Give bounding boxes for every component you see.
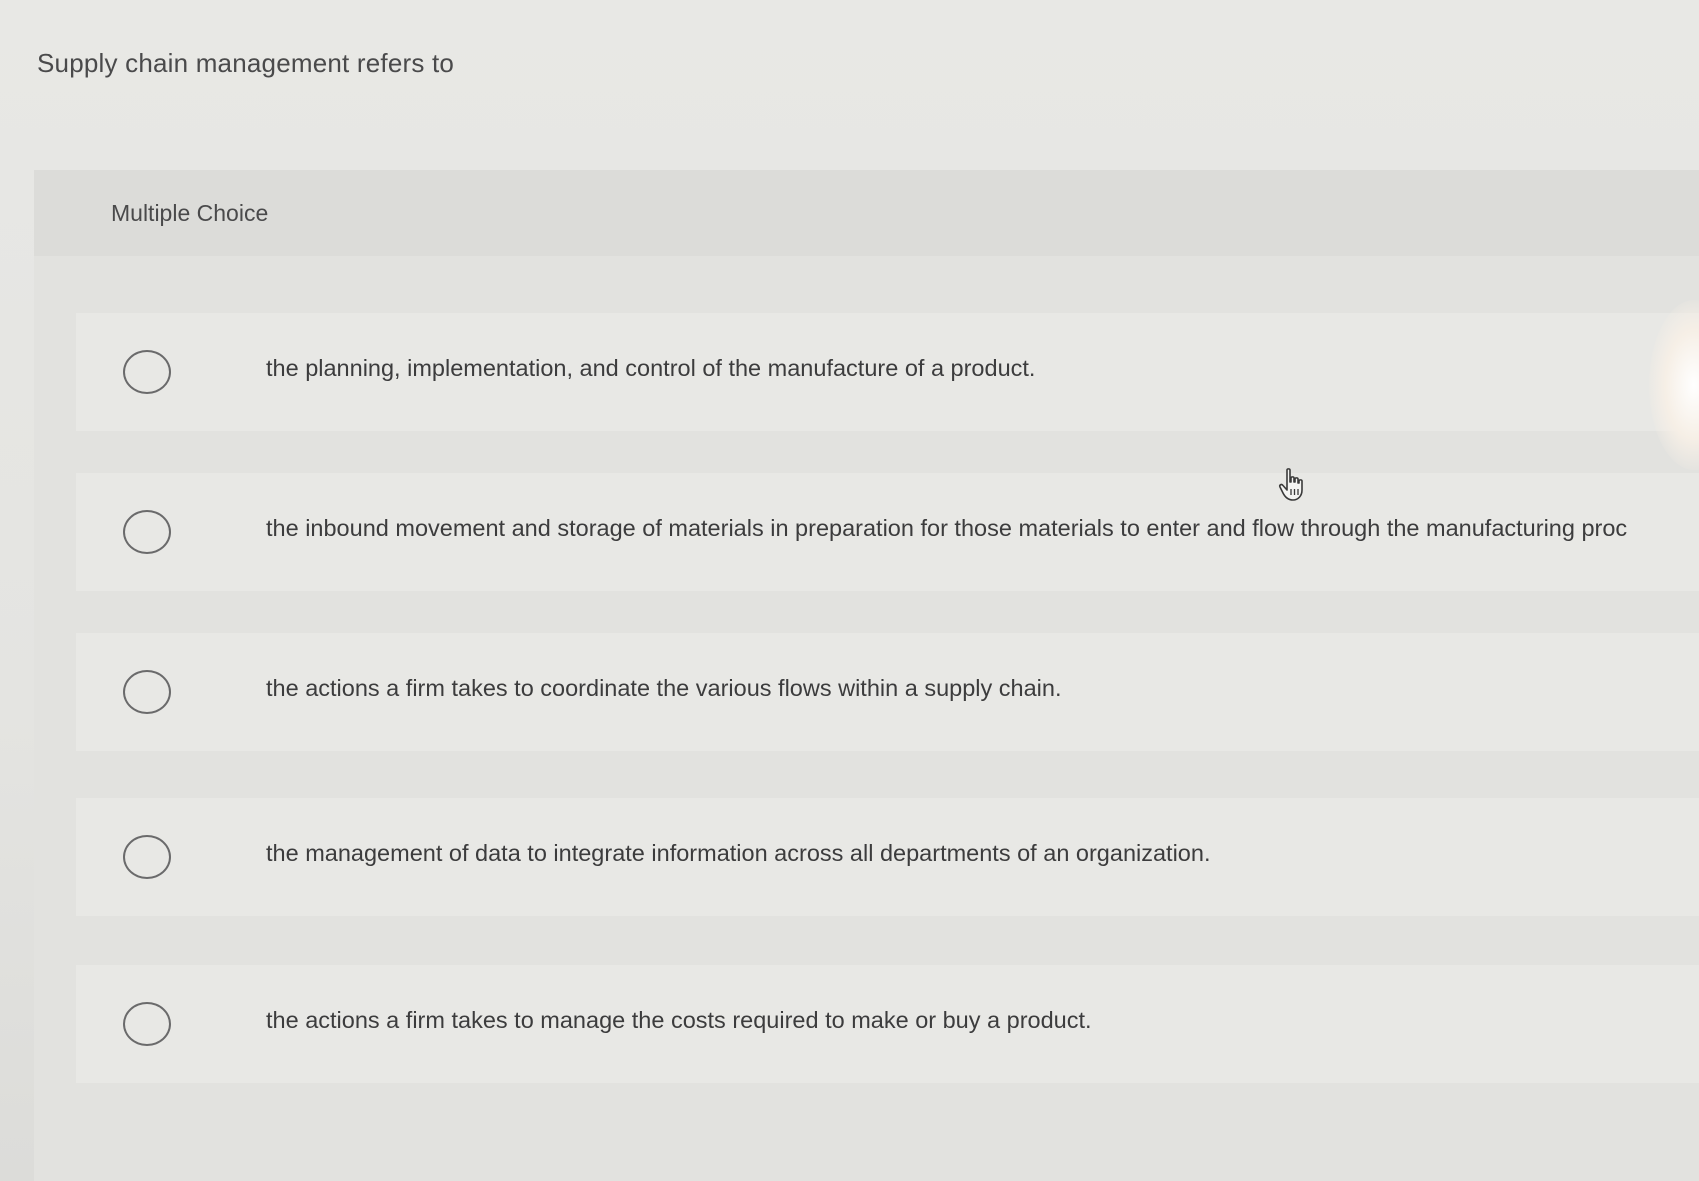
- answer-option-2[interactable]: the inbound movement and storage of mate…: [76, 473, 1699, 591]
- radio-unselected-icon[interactable]: [123, 670, 171, 714]
- answer-option-label: the actions a firm takes to coordinate t…: [266, 675, 1062, 701]
- radio-unselected-icon[interactable]: [123, 350, 171, 394]
- answer-option-3[interactable]: the actions a firm takes to coordinate t…: [76, 633, 1699, 751]
- answer-option-label: the actions a firm takes to manage the c…: [266, 1007, 1092, 1033]
- answer-option-label: the inbound movement and storage of mate…: [266, 515, 1628, 541]
- radio-unselected-icon[interactable]: [123, 1002, 171, 1046]
- multiple-choice-header: Multiple Choice: [34, 170, 1699, 256]
- hand-pointer-icon: [1278, 468, 1303, 501]
- page: Supply chain management refers to Multip…: [0, 0, 1699, 1181]
- answer-option-label: the management of data to integrate info…: [266, 840, 1211, 866]
- answer-option-1[interactable]: the planning, implementation, and contro…: [76, 313, 1699, 431]
- question-type-label: Multiple Choice: [111, 200, 269, 226]
- multiple-choice-panel: Multiple Choice the planning, implementa…: [34, 170, 1699, 1181]
- answer-option-4[interactable]: the management of data to integrate info…: [76, 798, 1699, 916]
- radio-unselected-icon[interactable]: [123, 835, 171, 879]
- answer-option-label: the planning, implementation, and contro…: [266, 355, 1036, 381]
- radio-unselected-icon[interactable]: [123, 510, 171, 554]
- answer-option-5[interactable]: the actions a firm takes to manage the c…: [76, 965, 1699, 1083]
- question-prompt: Supply chain management refers to: [37, 48, 455, 78]
